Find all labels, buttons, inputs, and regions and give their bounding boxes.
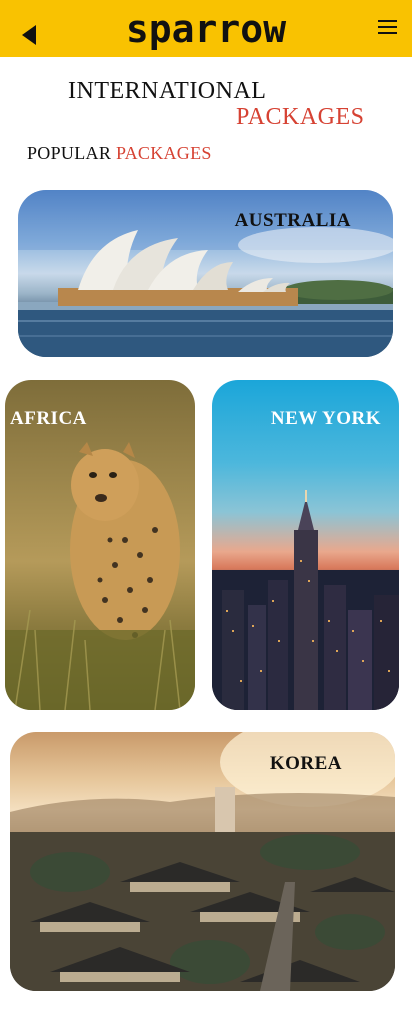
app-header: sparrow [0,0,412,57]
package-label-africa: AFRICA [10,408,87,429]
package-card-australia[interactable]: AUSTRALIA [18,190,393,357]
page-title: INTERNATIONAL [68,78,267,104]
hamburger-menu-icon[interactable] [378,20,400,38]
page-title-accent: PACKAGES [236,104,365,130]
section-heading-accent: PACKAGES [115,143,212,163]
section-heading-main: POPULAR [27,143,112,163]
section-heading: POPULAR PACKAGES [27,143,212,164]
package-card-korea[interactable]: KOREA [10,732,395,991]
package-card-africa[interactable]: AFRICA [5,380,195,710]
package-label-new-york: NEW YORK [270,408,381,429]
brand-logo: sparrow [125,7,287,51]
package-card-new-york[interactable]: NEW YORK [212,380,399,710]
package-label-korea: KOREA [269,753,342,774]
package-label-australia: AUSTRALIA [234,210,351,231]
